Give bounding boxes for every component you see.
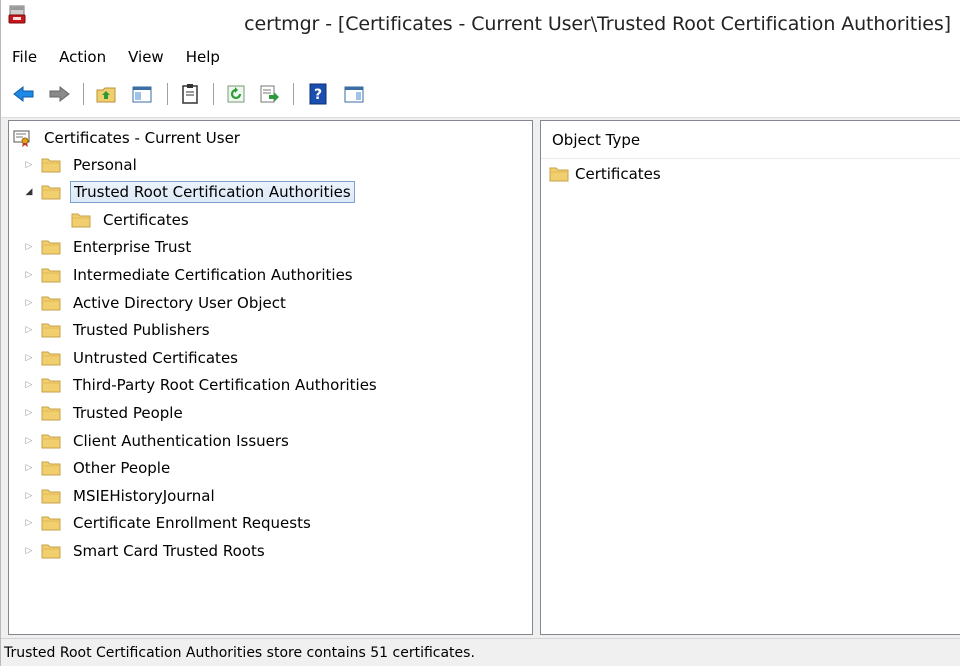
tree-item[interactable]: ▷ Trusted People — [23, 399, 186, 426]
tree-item-label: Third-Party Root Certification Authoriti… — [73, 376, 377, 395]
folder-icon — [41, 515, 61, 531]
tree-item-label: MSIEHistoryJournal — [73, 486, 215, 505]
folder-icon — [41, 239, 61, 255]
folder-icon — [41, 543, 61, 559]
toolbar-separator — [167, 83, 168, 105]
expand-arrow-icon[interactable]: ▷ — [23, 490, 35, 502]
tree-item-label: Trusted Publishers — [73, 321, 210, 340]
tree-item-label: Enterprise Trust — [73, 238, 192, 257]
folder-icon — [41, 184, 61, 200]
tree-item[interactable]: ▷ Personal — [23, 151, 140, 178]
folder-icon — [41, 377, 61, 393]
toolbar-separator — [213, 83, 214, 105]
folder-icon — [71, 212, 91, 228]
window-title: certmgr - [Certificates - Current User\T… — [244, 13, 951, 35]
menu-help[interactable]: Help — [186, 48, 220, 66]
collapse-arrow-icon[interactable]: ◢ — [23, 186, 35, 198]
tree-root[interactable]: Certificates - Current User — [13, 124, 243, 151]
expand-arrow-icon[interactable]: ▷ — [23, 324, 35, 336]
toolbar: ? — [1, 72, 960, 118]
svg-text:?: ? — [314, 87, 322, 103]
refresh-icon[interactable] — [223, 82, 249, 106]
tree-item[interactable]: ▷ Trusted Publishers — [23, 317, 213, 344]
list-item-certificates[interactable]: Certificates — [549, 165, 661, 183]
tree-item-label: Trusted People — [73, 403, 183, 422]
tree-root-label: Certificates - Current User — [44, 128, 240, 147]
list-item-label: Certificates — [575, 165, 661, 183]
certmgr-app-icon[interactable] — [8, 4, 30, 26]
tree-item-label: Certificates — [103, 210, 189, 229]
show-hide-tree-icon[interactable] — [129, 82, 155, 106]
tree-item-label: Trusted Root Certification Authorities — [70, 181, 355, 204]
forward-icon[interactable] — [46, 82, 72, 106]
tree-item-label: Personal — [73, 155, 137, 174]
folder-icon — [549, 166, 569, 182]
details-pane[interactable]: Object Type Certificates — [540, 120, 960, 635]
folder-icon — [41, 295, 61, 311]
expand-arrow-icon[interactable]: ▷ — [23, 407, 35, 419]
tree-item[interactable]: ▷ Certificate Enrollment Requests — [23, 510, 314, 537]
tree-item[interactable]: ▷ Untrusted Certificates — [23, 344, 241, 371]
tree-child-item[interactable]: Certificates — [71, 206, 192, 233]
menu-bar: File Action View Help — [1, 42, 960, 72]
tree-item-label: Active Directory User Object — [73, 293, 286, 312]
column-header-object-type[interactable]: Object Type — [541, 121, 960, 159]
certmgr-window: certmgr - [Certificates - Current User\T… — [0, 0, 960, 666]
toolbar-separator — [293, 83, 294, 105]
help-icon[interactable]: ? — [305, 82, 331, 106]
folder-icon — [41, 267, 61, 283]
folder-icon — [41, 157, 61, 173]
tree-item-label: Certificate Enrollment Requests — [73, 514, 311, 533]
expand-arrow-icon[interactable]: ▷ — [23, 462, 35, 474]
tree-item[interactable]: ▷ Third-Party Root Certification Authorit… — [23, 372, 380, 399]
tree-item[interactable]: ▷ Smart Card Trusted Roots — [23, 537, 268, 564]
export-list-icon[interactable] — [256, 82, 282, 106]
tree-item[interactable]: ▷ Active Directory User Object — [23, 289, 289, 316]
console-tree[interactable]: Certificates - Current User ▷ Personal ◢ Tr… — [8, 120, 533, 635]
status-bar: Trusted Root Certification Authorities s… — [1, 638, 960, 666]
up-folder-icon[interactable] — [93, 82, 119, 106]
tree-item-label: Client Authentication Issuers — [73, 431, 289, 450]
folder-icon — [41, 350, 61, 366]
folder-icon — [41, 460, 61, 476]
expand-arrow-icon[interactable]: ▷ — [23, 435, 35, 447]
clipboard-icon[interactable] — [177, 82, 203, 106]
tree-item[interactable]: ▷ Other People — [23, 455, 173, 482]
menu-action[interactable]: Action — [59, 48, 106, 66]
expand-arrow-icon[interactable]: ▷ — [23, 241, 35, 253]
tree-item[interactable]: ◢ Trusted Root Certification Authorities — [23, 179, 355, 206]
tree-item-label: Intermediate Certification Authorities — [73, 265, 353, 284]
expand-arrow-icon[interactable]: ▷ — [23, 269, 35, 281]
expand-arrow-icon[interactable]: ▷ — [23, 297, 35, 309]
tree-item[interactable]: ▷ Enterprise Trust — [23, 234, 194, 261]
folder-icon — [41, 488, 61, 504]
tree-item[interactable]: ▷ Client Authentication Issuers — [23, 427, 292, 454]
certificate-store-icon — [13, 129, 31, 147]
show-action-pane-icon[interactable] — [341, 82, 367, 106]
folder-icon — [41, 433, 61, 449]
title-bar[interactable]: certmgr - [Certificates - Current User\T… — [1, 0, 960, 42]
folder-icon — [41, 405, 61, 421]
expand-arrow-icon[interactable]: ▷ — [23, 352, 35, 364]
tree-item-label: Untrusted Certificates — [73, 348, 238, 367]
expand-arrow-icon[interactable]: ▷ — [23, 545, 35, 557]
tree-item-label: Other People — [73, 459, 171, 478]
expand-arrow-icon[interactable]: ▷ — [23, 379, 35, 391]
expand-arrow-icon[interactable]: ▷ — [23, 517, 35, 529]
expand-arrow-icon[interactable]: ▷ — [23, 159, 35, 171]
tree-item-label: Smart Card Trusted Roots — [73, 541, 265, 560]
back-icon[interactable] — [11, 82, 37, 106]
menu-view[interactable]: View — [128, 48, 164, 66]
folder-icon — [41, 322, 61, 338]
menu-file[interactable]: File — [12, 48, 37, 66]
tree-item[interactable]: ▷ Intermediate Certification Authorities — [23, 261, 356, 288]
toolbar-separator — [83, 83, 84, 105]
tree-item[interactable]: ▷ MSIEHistoryJournal — [23, 482, 218, 509]
status-text: Trusted Root Certification Authorities s… — [4, 644, 475, 661]
